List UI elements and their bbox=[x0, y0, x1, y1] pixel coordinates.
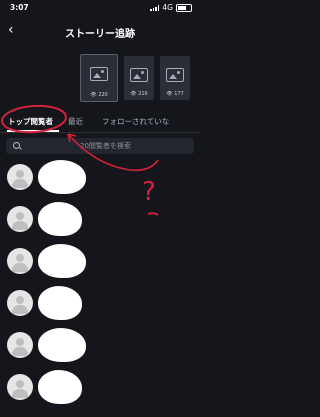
status-indicators: 4G bbox=[150, 3, 192, 12]
avatar bbox=[7, 248, 33, 274]
viewer-search-input[interactable]: 20閲覧者を検索 bbox=[6, 138, 194, 154]
story-thumbnails: 👁 220 👁 216 👁 177 bbox=[80, 54, 190, 102]
redaction-mark bbox=[38, 202, 82, 236]
page-title: ストーリー追跡 bbox=[65, 29, 135, 40]
avatar bbox=[7, 332, 33, 358]
story-views: 👁 216 bbox=[130, 91, 148, 97]
redaction-mark bbox=[38, 160, 86, 194]
avatar bbox=[7, 164, 33, 190]
story-views: 👁 177 bbox=[166, 91, 184, 97]
search-icon bbox=[13, 142, 20, 149]
redaction-mark bbox=[38, 244, 86, 278]
list-item[interactable] bbox=[0, 158, 200, 200]
image-icon bbox=[130, 68, 148, 82]
image-icon bbox=[90, 67, 108, 81]
app-header: ‹ ストーリー追跡 bbox=[0, 20, 200, 44]
list-item[interactable] bbox=[0, 368, 200, 410]
redaction-mark bbox=[38, 370, 82, 404]
story-thumbnail[interactable]: 👁 216 bbox=[124, 56, 154, 100]
avatar bbox=[7, 374, 33, 400]
list-item[interactable] bbox=[0, 326, 200, 368]
search-placeholder: 20閲覧者を検索 bbox=[80, 142, 131, 150]
list-item[interactable] bbox=[0, 200, 200, 242]
viewer-list bbox=[0, 158, 200, 410]
redaction-mark bbox=[38, 286, 82, 320]
avatar bbox=[7, 206, 33, 232]
story-views: 👁 220 bbox=[90, 92, 108, 98]
status-time: 3:07 bbox=[10, 3, 29, 12]
redaction-mark bbox=[38, 328, 86, 362]
list-item[interactable] bbox=[0, 284, 200, 326]
tab-recent[interactable]: 最近 bbox=[68, 116, 83, 127]
image-icon bbox=[166, 68, 184, 82]
viewer-tabs: トップ閲覧者 最近 フォローされていな bbox=[0, 110, 200, 133]
battery-icon bbox=[176, 3, 192, 12]
status-bar: 3:07 4G bbox=[0, 0, 200, 16]
tab-not-following[interactable]: フォローされていな bbox=[102, 116, 169, 127]
signal-icon bbox=[150, 4, 160, 11]
story-thumbnail[interactable]: 👁 177 bbox=[160, 56, 190, 100]
avatar bbox=[7, 290, 33, 316]
story-thumbnail[interactable]: 👁 220 bbox=[80, 54, 118, 102]
network-label: 4G bbox=[162, 3, 173, 12]
active-tab-indicator bbox=[7, 130, 59, 132]
tab-top-viewers[interactable]: トップ閲覧者 bbox=[8, 116, 53, 127]
list-item[interactable] bbox=[0, 242, 200, 284]
